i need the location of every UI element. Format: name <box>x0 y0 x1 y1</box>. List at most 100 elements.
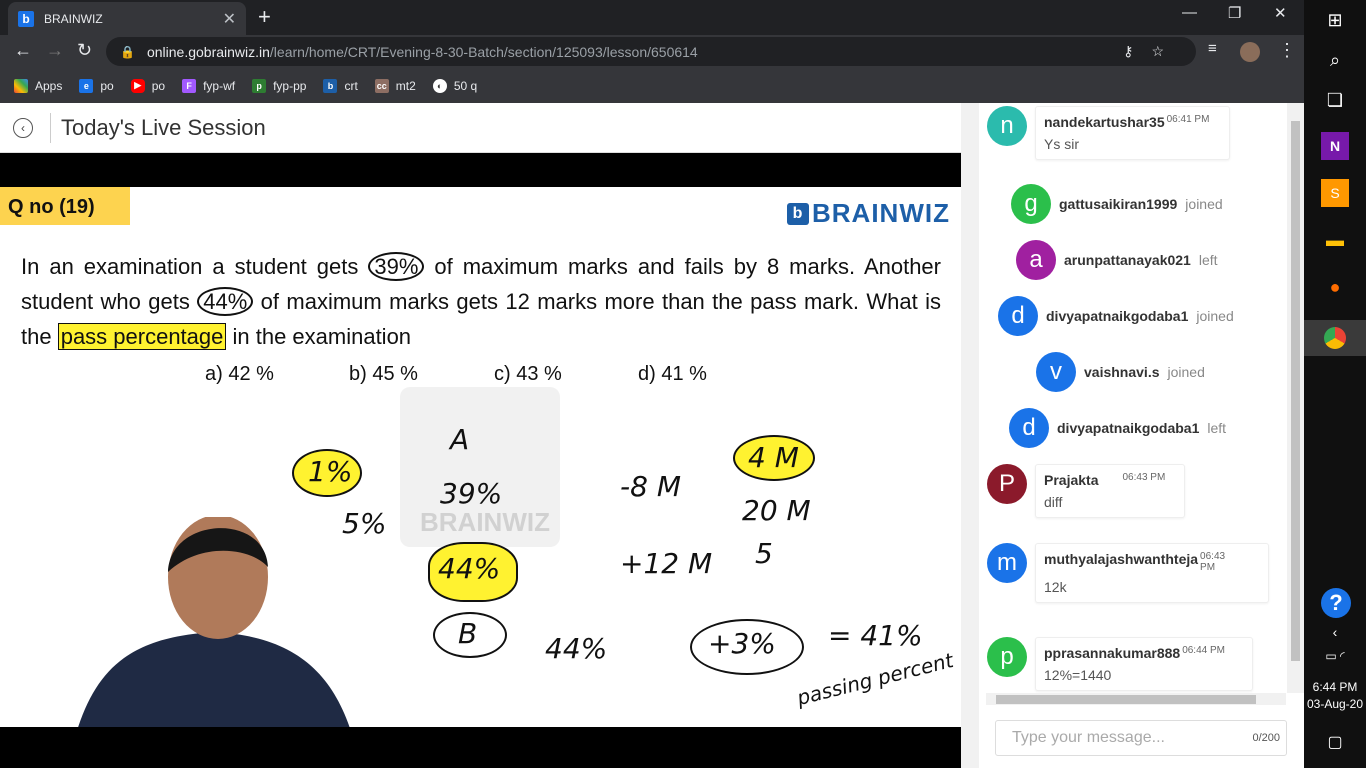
scrollbar-thumb[interactable] <box>1291 121 1300 661</box>
join-notice: g gattusaikiran1999 joined <box>1011 184 1223 224</box>
horizontal-scrollbar-thumb[interactable] <box>996 695 1256 704</box>
question-number: Q no (19) <box>0 187 130 225</box>
brand-name: BRAINWIZ <box>812 198 950 228</box>
join-status: joined <box>1167 364 1205 380</box>
tab-close-icon[interactable]: ✕ <box>223 9 236 29</box>
clock-time: 6:44 PM <box>1312 680 1358 694</box>
user-name: arunpattanayak021 <box>1064 252 1191 268</box>
message-text: 12%=1440 <box>1044 667 1112 683</box>
join-status: joined <box>1196 308 1234 324</box>
figma-icon: F <box>182 78 197 93</box>
bookmark-crt[interactable]: b crt <box>323 78 358 93</box>
browser-tab[interactable]: b BRAINWIZ ✕ <box>8 2 246 35</box>
user-name: gattusaikiran1999 <box>1059 196 1178 212</box>
watermark-text: BRAINWIZ <box>420 507 550 537</box>
firefox-icon[interactable]: ● <box>1321 273 1349 301</box>
hand-39-percent: 39% <box>440 477 503 510</box>
sender-name: pprasannakumar888 <box>1044 645 1181 661</box>
bookmark-fyp-wf[interactable]: Ffyp-wf <box>182 78 236 93</box>
pp-icon: p <box>252 78 267 93</box>
avatar: g <box>1011 184 1051 224</box>
notification-icon[interactable]: ▢ <box>1321 728 1349 756</box>
message-text: 12k <box>1044 579 1067 595</box>
chat-message-input[interactable]: Type your message... 0/200 <box>995 720 1287 756</box>
header-divider <box>50 112 51 143</box>
omnibox-actions: ⚷☆ <box>1123 43 1182 60</box>
system-clock[interactable]: 6:44 PM 03-Aug-20 <box>1304 679 1366 713</box>
windows-start-icon[interactable]: ⊞ <box>1321 6 1349 34</box>
back-arrow-icon[interactable]: ‹ <box>13 117 33 138</box>
youtube-icon: ▶ <box>130 78 145 93</box>
hand-five: 5 <box>755 537 773 570</box>
sender-name: Prajakta <box>1044 472 1099 488</box>
instructor-video-feed <box>78 517 350 727</box>
bookmark-fyp-pp[interactable]: p fyp-pp <box>252 78 307 93</box>
live-video-player[interactable]: Q no (19) b BRAINWIZ In an examination a … <box>0 153 961 768</box>
battery-wifi-icon[interactable]: ▭ ◜ <box>1321 642 1349 670</box>
chat-message: n nandekartushar35 06:41 PM Ys sir <box>987 106 1230 160</box>
bookmark-label: po <box>100 78 114 93</box>
menu-kebab-icon[interactable]: ⋮ <box>1278 40 1296 61</box>
message-time: 06:43 PM <box>1122 472 1166 483</box>
highlighted-pass-percentage: pass percentage <box>57 323 227 350</box>
key-icon[interactable]: ⚷ <box>1123 43 1151 59</box>
sender-name: muthyalajashwanthteja <box>1044 551 1199 567</box>
bookmark-50q[interactable]: ◐ 50 q <box>432 78 477 93</box>
bookmark-po-youtube[interactable]: ▶ po <box>130 78 166 93</box>
message-text: diff <box>1044 494 1063 510</box>
onenote-icon[interactable]: N <box>1321 132 1349 160</box>
close-window-button[interactable]: ✕ <box>1274 4 1287 22</box>
join-status: joined <box>1185 196 1223 212</box>
maximize-button[interactable]: ❐ <box>1228 4 1241 22</box>
message-bubble: muthyalajashwanthteja 06:43 PM 12k <box>1035 543 1269 603</box>
join-notice: a arunpattanayak021 left <box>1016 240 1218 280</box>
sublime-icon[interactable]: S <box>1321 179 1349 207</box>
chrome-icon[interactable] <box>1304 320 1366 356</box>
search-icon[interactable]: ⌕ <box>1321 46 1349 74</box>
circled-39-percent: 39% <box>368 252 425 281</box>
minimize-button[interactable]: — <box>1182 4 1197 21</box>
message-time: 06:43 PM <box>1200 551 1226 573</box>
bookmark-label: fyp-pp <box>273 78 307 93</box>
hand-20m: 20 M <box>742 494 811 527</box>
tab-title: BRAINWIZ <box>44 11 103 26</box>
address-bar[interactable]: 🔒 online.gobrainwiz.in /learn/home/CRT/E… <box>106 37 1196 66</box>
option-d: d) 41 % <box>638 363 707 385</box>
brainwiz-icon: b <box>323 78 338 93</box>
media-control-icon[interactable]: ≡ <box>1208 40 1217 57</box>
help-question-icon[interactable]: ? <box>1321 588 1351 618</box>
reload-icon[interactable]: ↻ <box>77 40 92 61</box>
cc-icon: cc <box>374 78 389 93</box>
hand-44-percent-2: 44% <box>545 632 608 665</box>
back-icon[interactable]: ← <box>14 40 32 61</box>
hand-minus-8m: -8 M <box>620 470 681 503</box>
brainwiz-favicon-icon: b <box>18 10 34 27</box>
question-part: in the examination <box>226 324 412 349</box>
globe-icon: ◐ <box>432 78 447 93</box>
page-title: Today's Live Session <box>61 114 266 140</box>
bookmark-label: fyp-wf <box>203 78 236 93</box>
forward-icon[interactable]: → <box>46 40 64 61</box>
bookmark-mt2[interactable]: cc mt2 <box>374 78 416 93</box>
message-bubble: Prajakta 06:43 PM diff <box>1035 464 1185 518</box>
message-time: 06:41 PM <box>1166 114 1210 125</box>
horizontal-scrollbar[interactable] <box>986 693 1286 705</box>
avatar: m <box>987 543 1027 583</box>
join-notice: d divyapatnaikgodaba1 left <box>1009 408 1226 448</box>
bookmark-apps[interactable]: Apps <box>14 78 63 93</box>
avatar: P <box>987 464 1027 504</box>
file-explorer-icon[interactable]: ▬ <box>1321 226 1349 254</box>
bookmark-label: po <box>151 78 166 93</box>
left-scrollbar[interactable] <box>961 103 979 768</box>
url-domain: online.gobrainwiz.in <box>146 43 270 60</box>
bookmark-label: Apps <box>35 78 63 93</box>
message-text: Ys sir <box>1044 136 1079 152</box>
star-icon[interactable]: ☆ <box>1151 43 1182 59</box>
profile-avatar[interactable] <box>1240 42 1260 62</box>
task-view-icon[interactable]: ❏ <box>1321 86 1349 114</box>
question-text: In an examination a student gets 39% of … <box>21 249 941 354</box>
brainwiz-logo: b BRAINWIZ <box>787 198 950 229</box>
hand-1-percent: 1% <box>308 455 353 488</box>
bookmark-po-edge[interactable]: e po <box>79 78 114 93</box>
new-tab-button[interactable]: + <box>258 6 271 28</box>
